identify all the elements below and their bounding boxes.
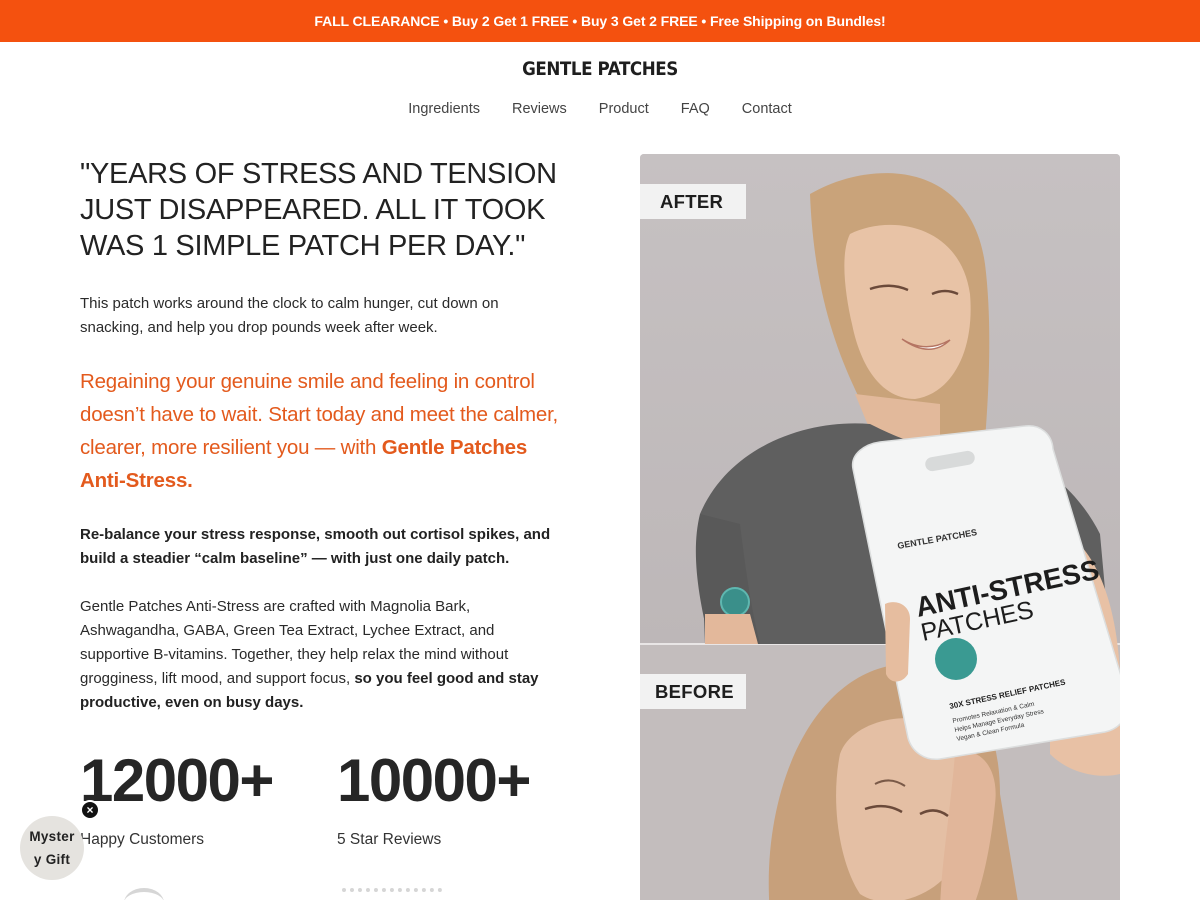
- photo-illustration: GENTLE PATCHES ANTI-STRESS PATCHES 30X S…: [695, 173, 1120, 900]
- hero-bold-paragraph: Re-balance your stress response, smooth …: [80, 526, 551, 567]
- promo-text: FALL CLEARANCE • Buy 2 Get 1 FREE • Buy …: [314, 13, 886, 29]
- stat-label: Happy Customers: [80, 831, 205, 848]
- nav-faq[interactable]: FAQ: [681, 101, 710, 117]
- stat-reviews: 10000+ 5 Star Reviews: [337, 746, 594, 849]
- stats-row: 12000+ Happy Customers 10000+ 5 Star Rev…: [80, 746, 594, 849]
- stat-number: 12000+: [80, 747, 274, 814]
- next-row-hint: [342, 888, 442, 900]
- hero-intro: This patch works around the clock to cal…: [80, 295, 499, 336]
- next-row-hint: [124, 888, 164, 900]
- mystery-gift-button[interactable]: Mystery Gift: [20, 816, 84, 880]
- stat-number: 10000+: [337, 747, 531, 814]
- nav-reviews[interactable]: Reviews: [512, 101, 567, 117]
- main-nav: Ingredients Reviews Product FAQ Contact: [0, 101, 1200, 117]
- hero-copy: "YEARS OF STRESS AND TENSION JUST DISAPP…: [80, 156, 560, 715]
- nav-contact[interactable]: Contact: [742, 101, 792, 117]
- nav-ingredients[interactable]: Ingredients: [408, 101, 480, 117]
- hero-headline: "YEARS OF STRESS AND TENSION JUST DISAPP…: [80, 158, 557, 262]
- stat-customers: 12000+ Happy Customers: [80, 746, 337, 849]
- after-label: AFTER: [640, 184, 746, 219]
- before-after-image: GENTLE PATCHES ANTI-STRESS PATCHES 30X S…: [640, 154, 1120, 900]
- promo-banner[interactable]: FALL CLEARANCE • Buy 2 Get 1 FREE • Buy …: [0, 0, 1200, 42]
- nav-product[interactable]: Product: [599, 101, 649, 117]
- brand-logo[interactable]: GENTLE PATCHES: [72, 58, 1128, 80]
- close-icon[interactable]: ×: [80, 800, 100, 820]
- hero-accent: Regaining your genuine smile and feeling…: [80, 365, 560, 497]
- ingredients-paragraph: Gentle Patches Anti-Stress are crafted w…: [80, 595, 560, 715]
- before-label: BEFORE: [640, 674, 746, 709]
- mystery-gift-label: Mystery Gift: [29, 829, 75, 867]
- stat-label: 5 Star Reviews: [337, 831, 442, 848]
